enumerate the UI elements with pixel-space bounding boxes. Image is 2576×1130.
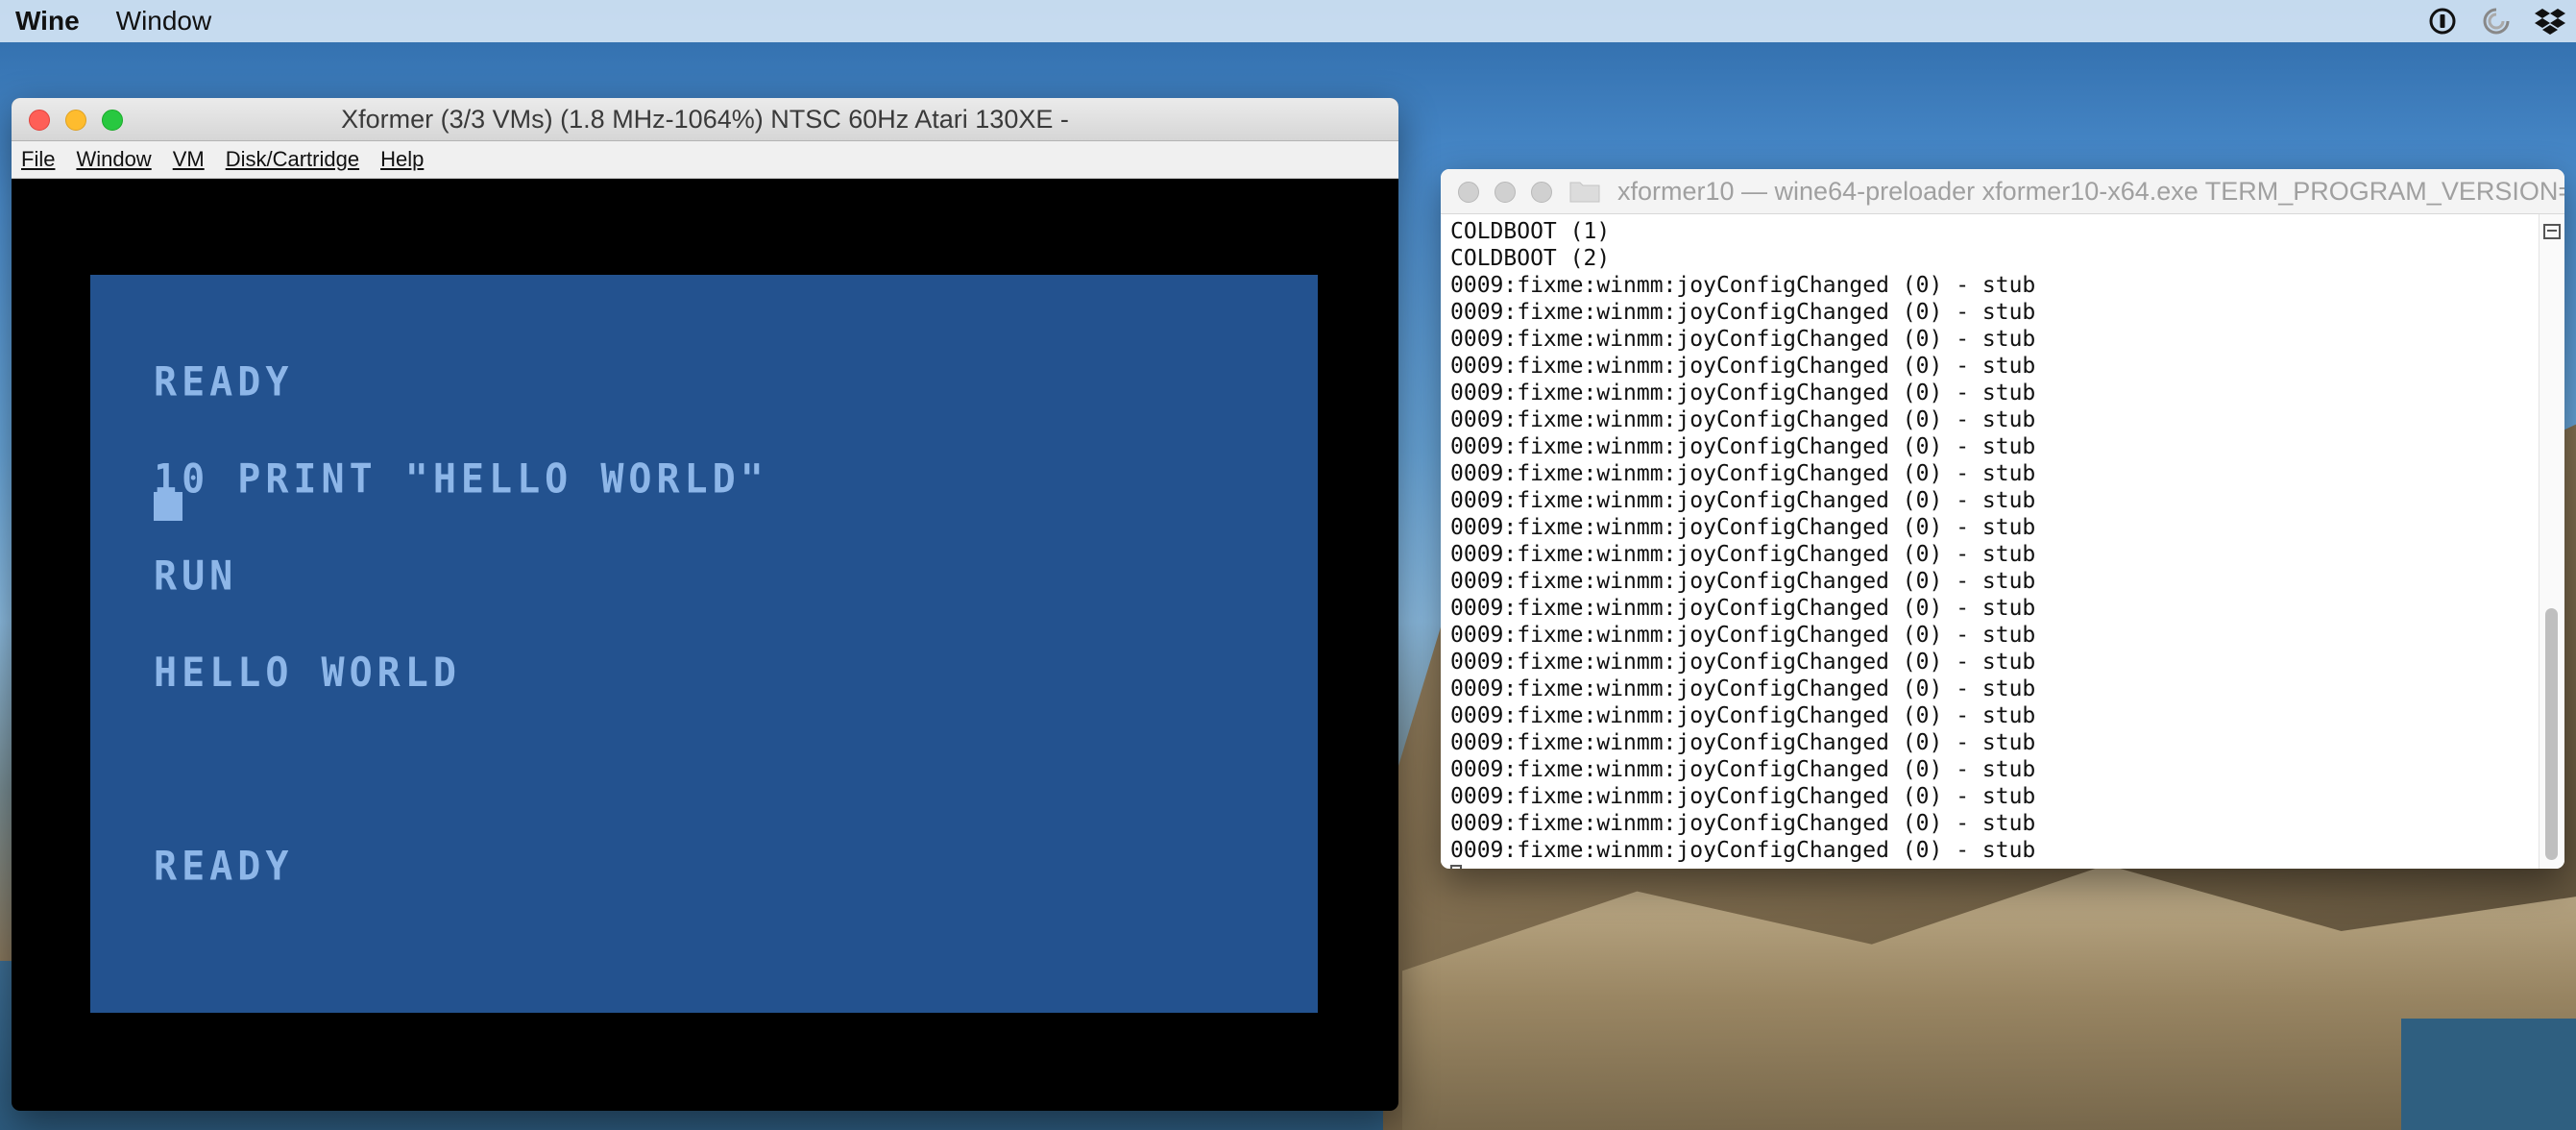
terminal-line: 0009:fixme:winmm:joyConfigChanged (0) - … <box>1450 838 2036 863</box>
terminal-line: COLDBOOT (2) <box>1450 246 1611 271</box>
atari-screen[interactable]: READY 10 PRINT "HELLO WORLD" RUN HELLO W… <box>90 275 1318 1013</box>
atari-line: READY <box>154 843 294 891</box>
atari-screen-text: READY 10 PRINT "HELLO WORLD" RUN HELLO W… <box>154 302 768 947</box>
terminal-line: 0009:fixme:winmm:joyConfigChanged (0) - … <box>1450 703 2036 728</box>
terminal-line: 0009:fixme:winmm:joyConfigChanged (0) - … <box>1450 676 2036 701</box>
menu-file[interactable]: File <box>21 147 55 172</box>
status-area <box>2426 0 2566 42</box>
terminal-line: 0009:fixme:winmm:joyConfigChanged (0) - … <box>1450 784 2036 809</box>
macos-menu-bar: Wine Window <box>0 0 2576 42</box>
terminal-line: 0009:fixme:winmm:joyConfigChanged (0) - … <box>1450 354 2036 379</box>
terminal-line: 0009:fixme:winmm:joyConfigChanged (0) - … <box>1450 381 2036 405</box>
dropbox-icon[interactable] <box>2534 5 2566 37</box>
terminal-scrollbar[interactable] <box>2539 214 2564 869</box>
terminal-window: xformer10 — wine64-preloader xformer10-x… <box>1441 169 2564 869</box>
terminal-line: 0009:fixme:winmm:joyConfigChanged (0) - … <box>1450 569 2036 594</box>
menu-help[interactable]: Help <box>380 147 424 172</box>
menu-vm[interactable]: VM <box>173 147 205 172</box>
terminal-titlebar[interactable]: xformer10 — wine64-preloader xformer10-x… <box>1441 169 2564 214</box>
atari-line: RUN <box>154 553 238 600</box>
terminal-line: 0009:fixme:winmm:joyConfigChanged (0) - … <box>1450 730 2036 755</box>
split-pane-icon[interactable] <box>2543 224 2561 239</box>
xformer-window: Xformer (3/3 VMs) (1.8 MHz-1064%) NTSC 6… <box>12 98 1398 1111</box>
menu-item-window[interactable]: Window <box>116 6 212 37</box>
close-button[interactable] <box>1458 182 1479 203</box>
terminal-line: 0009:fixme:winmm:joyConfigChanged (0) - … <box>1450 300 2036 325</box>
menu-disk-cartridge[interactable]: Disk/Cartridge <box>226 147 359 172</box>
terminal-line: 0009:fixme:winmm:joyConfigChanged (0) - … <box>1450 273 2036 298</box>
atari-line: 10 PRINT "HELLO WORLD" <box>154 455 768 503</box>
terminal-line: 0009:fixme:winmm:joyConfigChanged (0) - … <box>1450 434 2036 459</box>
terminal-line: 0009:fixme:winmm:joyConfigChanged (0) - … <box>1450 757 2036 782</box>
atari-line: HELLO WORLD <box>154 650 461 697</box>
close-button[interactable] <box>29 110 50 131</box>
folder-icon <box>1569 180 1600 203</box>
window-title: Xformer (3/3 VMs) (1.8 MHz-1064%) NTSC 6… <box>341 104 1069 134</box>
terminal-output: COLDBOOT (1) COLDBOOT (2) 0009:fixme:winmm… <box>1450 218 2035 869</box>
terminal-line: 0009:fixme:winmm:joyConfigChanged (0) - … <box>1450 596 2036 621</box>
xformer-menu-bar: File Window VM Disk/Cartridge Help <box>12 141 1398 179</box>
terminal-line: 0009:fixme:winmm:joyConfigChanged (0) - … <box>1450 650 2036 675</box>
menu-app-name[interactable]: Wine <box>15 6 80 37</box>
zoom-button[interactable] <box>102 110 123 131</box>
window-controls <box>1458 182 1552 203</box>
terminal-line: 0009:fixme:winmm:joyConfigChanged (0) - … <box>1450 407 2036 432</box>
terminal-line: 0009:fixme:winmm:joyConfigChanged (0) - … <box>1450 488 2036 513</box>
minimize-button[interactable] <box>1495 182 1516 203</box>
terminal-content[interactable]: COLDBOOT (1) COLDBOOT (2) 0009:fixme:winmm… <box>1441 214 2564 869</box>
onepassword-icon[interactable] <box>2426 5 2459 37</box>
atari-cursor <box>154 492 182 521</box>
atari-line <box>154 753 768 786</box>
scrollbar-thumb[interactable] <box>2545 608 2558 860</box>
window-controls <box>29 110 123 131</box>
terminal-prompt-line <box>1450 864 2035 869</box>
terminal-title: xformer10 — wine64-preloader xformer10-x… <box>1617 176 2564 206</box>
terminal-line: 0009:fixme:winmm:joyConfigChanged (0) - … <box>1450 327 2036 352</box>
terminal-line: 0009:fixme:winmm:joyConfigChanged (0) - … <box>1450 811 2036 836</box>
terminal-line: 0009:fixme:winmm:joyConfigChanged (0) - … <box>1450 461 2036 486</box>
xformer-titlebar[interactable]: Xformer (3/3 VMs) (1.8 MHz-1064%) NTSC 6… <box>12 98 1398 141</box>
atari-line: READY <box>154 358 294 406</box>
sync-icon[interactable] <box>2480 5 2513 37</box>
terminal-line: COLDBOOT (1) <box>1450 219 1611 244</box>
terminal-cursor <box>1450 865 1462 869</box>
desktop-sea-right <box>2401 1019 2576 1130</box>
menu-window[interactable]: Window <box>76 147 151 172</box>
minimize-button[interactable] <box>65 110 86 131</box>
zoom-button[interactable] <box>1531 182 1552 203</box>
terminal-line: 0009:fixme:winmm:joyConfigChanged (0) - … <box>1450 542 2036 567</box>
terminal-line: 0009:fixme:winmm:joyConfigChanged (0) - … <box>1450 623 2036 648</box>
terminal-line: 0009:fixme:winmm:joyConfigChanged (0) - … <box>1450 515 2036 540</box>
